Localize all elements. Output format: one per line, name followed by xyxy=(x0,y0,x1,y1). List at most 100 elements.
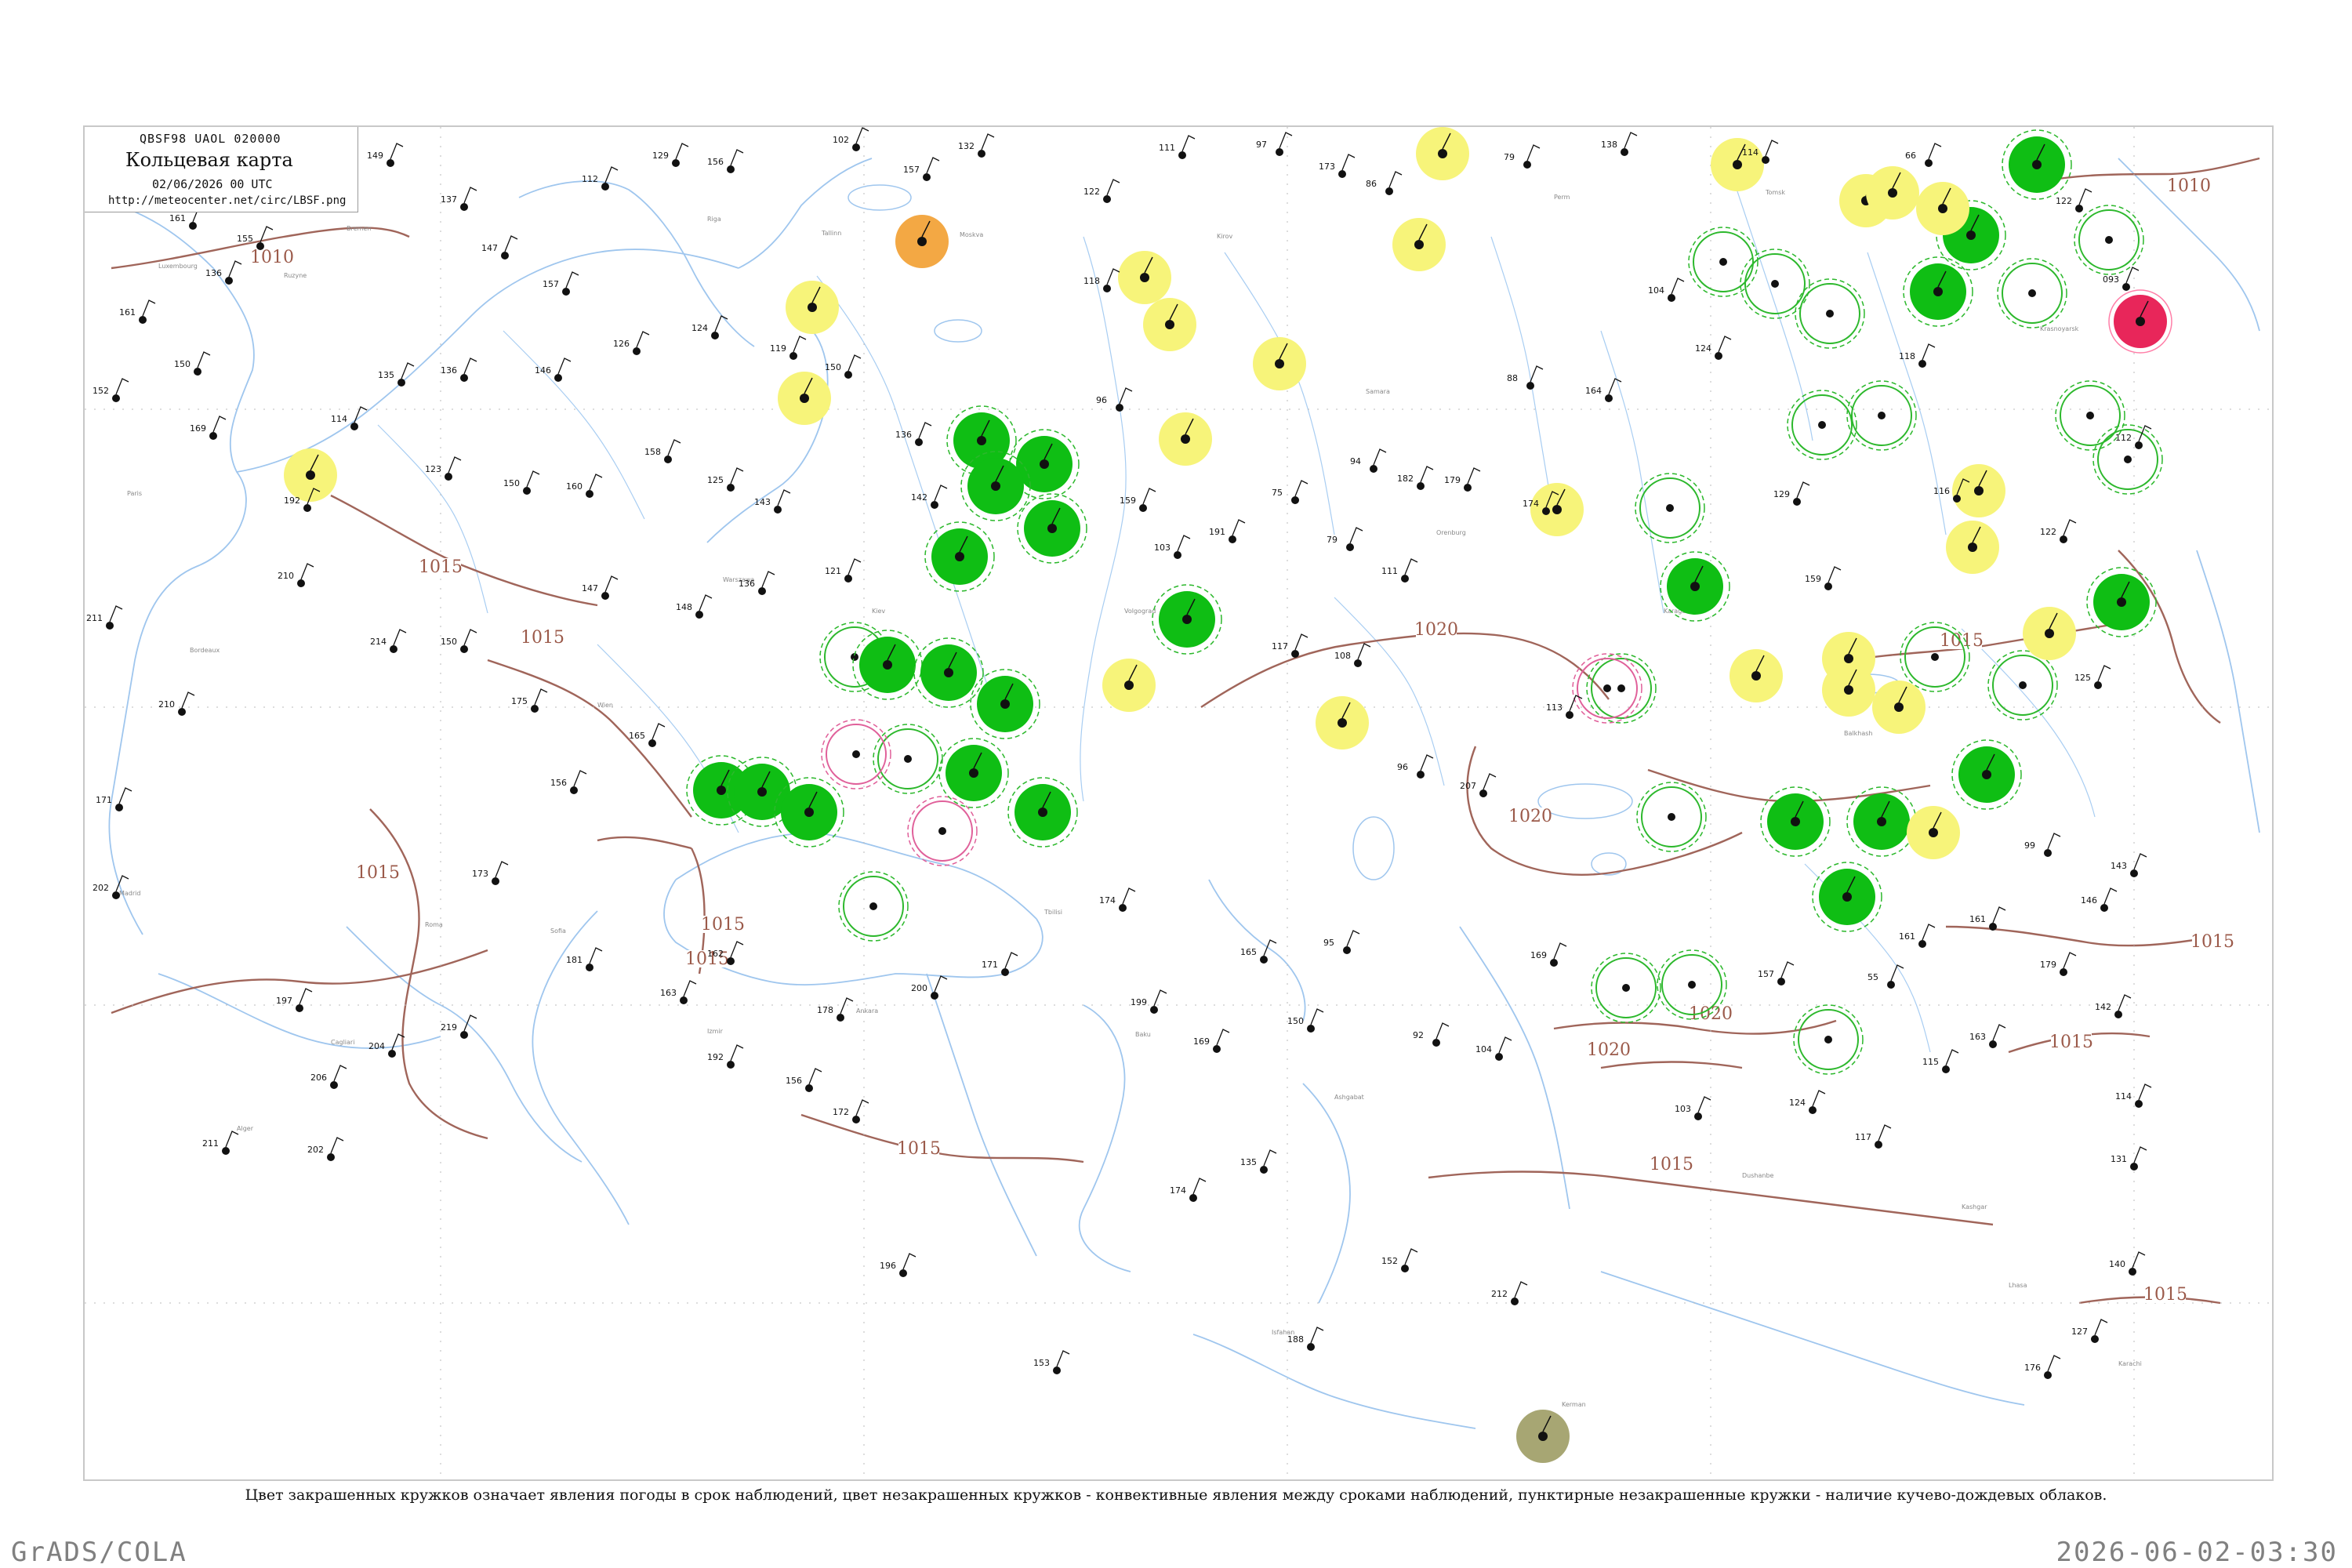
station-plot[interactable]: 153 xyxy=(1033,1350,1070,1374)
station-plot[interactable]: 88 xyxy=(1507,365,1544,390)
station-plot[interactable]: 102 xyxy=(833,127,869,151)
station-plot[interactable]: 191 xyxy=(1209,519,1246,543)
station-plot[interactable]: 171 xyxy=(982,952,1018,976)
station-plot[interactable]: 86 xyxy=(1366,171,1403,195)
station-plot[interactable]: 160 xyxy=(566,474,603,498)
weather-marker-rain[interactable] xyxy=(778,372,831,425)
weather-marker-rain[interactable] xyxy=(1530,483,1584,536)
station-plot[interactable]: 173 xyxy=(1319,154,1356,178)
station-plot[interactable]: 179 xyxy=(2040,952,2077,976)
station-plot[interactable]: 111 xyxy=(1159,135,1196,159)
station-plot[interactable]: 103 xyxy=(1675,1096,1711,1120)
station-plot[interactable]: 155 xyxy=(237,226,274,250)
station-plot[interactable]: 115 xyxy=(1922,1049,1959,1073)
station-plot[interactable]: 122 xyxy=(2056,188,2092,212)
station-plot[interactable]: 127 xyxy=(2071,1319,2108,1343)
station-plot[interactable]: 150 xyxy=(441,629,477,653)
station-plot[interactable]: 192 xyxy=(707,1044,744,1069)
station-plot[interactable]: 169 xyxy=(190,416,227,440)
station-plot[interactable]: 147 xyxy=(481,235,518,260)
weather-marker-rain[interactable] xyxy=(1118,251,1171,304)
weather-marker-rain[interactable] xyxy=(1416,127,1469,180)
station-plot[interactable]: 214 xyxy=(370,629,407,653)
convective-ring-green[interactable] xyxy=(1591,953,1661,1023)
station-plot[interactable]: 146 xyxy=(535,358,572,382)
station-plot[interactable]: 163 xyxy=(660,980,697,1004)
station-plot[interactable]: 108 xyxy=(1334,643,1371,667)
source-url[interactable]: http://meteocenter.net/circ/LBSF.png xyxy=(108,194,346,207)
station-plot[interactable]: 111 xyxy=(1381,558,1418,583)
station-plot[interactable]: 135 xyxy=(378,362,415,387)
station-plot[interactable]: 175 xyxy=(511,688,548,713)
weather-marker-rain[interactable] xyxy=(1316,696,1369,750)
station-plot[interactable]: 150 xyxy=(503,470,540,495)
convective-ring-pink[interactable] xyxy=(1572,653,1642,724)
station-plot[interactable]: 210 xyxy=(278,563,314,587)
station-plot[interactable]: 131 xyxy=(2111,1146,2147,1171)
station-plot[interactable]: 157 xyxy=(903,157,940,181)
station-plot[interactable]: 169 xyxy=(1193,1029,1230,1053)
weather-marker-rain[interactable] xyxy=(2023,607,2076,660)
weather-marker-rain[interactable] xyxy=(1907,806,1960,859)
station-plot[interactable]: 161 xyxy=(1899,924,1936,948)
station-plot[interactable]: 97 xyxy=(1256,132,1293,156)
weather-marker-rain[interactable] xyxy=(1392,218,1446,271)
station-plot[interactable]: 129 xyxy=(652,143,689,167)
weather-marker-dust[interactable] xyxy=(1516,1410,1570,1463)
weather-marker-rain[interactable] xyxy=(1730,649,1783,702)
station-plot[interactable]: 179 xyxy=(1444,467,1481,492)
station-plot[interactable]: 199 xyxy=(1131,989,1167,1014)
station-plot[interactable]: 129 xyxy=(1773,481,1810,506)
weather-marker-thunder[interactable] xyxy=(1660,551,1730,622)
station-plot[interactable]: 113 xyxy=(1546,695,1583,719)
station-plot[interactable]: 143 xyxy=(2111,853,2147,877)
weather-marker-thunder[interactable] xyxy=(2002,129,2072,200)
station-plot[interactable]: 157 xyxy=(1758,961,1795,985)
station-plot[interactable]: 157 xyxy=(543,271,579,296)
weather-marker-rain[interactable] xyxy=(1143,298,1196,351)
station-plot[interactable]: 118 xyxy=(1083,268,1120,292)
weather-marker-thunder[interactable] xyxy=(960,451,1031,521)
station-plot[interactable]: 96 xyxy=(1096,387,1133,412)
station-plot[interactable]: 122 xyxy=(2040,519,2077,543)
weather-marker-thunder[interactable] xyxy=(2086,567,2157,637)
station-plot[interactable]: 211 xyxy=(202,1131,239,1155)
convective-ring-green[interactable] xyxy=(1688,227,1759,297)
weather-marker-rain[interactable] xyxy=(284,448,337,502)
station-plot[interactable]: 202 xyxy=(307,1137,344,1161)
station-plot[interactable]: 171 xyxy=(96,787,132,811)
station-plot[interactable]: 164 xyxy=(1585,378,1622,402)
weather-map[interactable]: 1010 1010 1015 1015 1015 1015 1015 1015 1020 1020… xyxy=(83,125,2274,1481)
station-plot[interactable]: 174 xyxy=(1170,1178,1207,1202)
weather-marker-rain[interactable] xyxy=(1102,659,1156,712)
station-plot[interactable]: 148 xyxy=(676,594,713,619)
weather-marker-rain[interactable] xyxy=(1159,412,1212,466)
station-plot[interactable]: 169 xyxy=(1530,942,1567,967)
station-plot[interactable]: 124 xyxy=(1789,1090,1826,1114)
convective-ring-green[interactable] xyxy=(1793,1004,1864,1075)
station-plot[interactable]: 96 xyxy=(1397,754,1434,779)
station-plot[interactable]: 99 xyxy=(2024,833,2061,857)
weather-marker-thunder[interactable] xyxy=(774,777,844,848)
station-plot[interactable]: 165 xyxy=(1240,939,1277,964)
station-plot[interactable]: 104 xyxy=(1648,278,1685,302)
convective-ring-green[interactable] xyxy=(1740,249,1810,319)
station-plot[interactable]: 206 xyxy=(310,1065,347,1089)
station-plot[interactable]: 121 xyxy=(825,558,862,583)
station-plot[interactable]: 142 xyxy=(2095,994,2132,1018)
convective-ring-green[interactable] xyxy=(2074,205,2144,275)
station-plot[interactable]: 152 xyxy=(1381,1248,1418,1272)
station-plot[interactable]: 123 xyxy=(425,456,462,481)
weather-marker-thunder[interactable] xyxy=(1017,493,1087,564)
station-plot[interactable]: 117 xyxy=(1272,633,1308,658)
weather-marker-rain[interactable] xyxy=(1253,337,1306,390)
station-plot[interactable]: 138 xyxy=(1601,132,1638,156)
station-plot[interactable]: 181 xyxy=(566,947,603,971)
station-plot[interactable]: 172 xyxy=(833,1099,869,1123)
station-plot[interactable]: 159 xyxy=(1805,566,1842,590)
station-plot[interactable]: 119 xyxy=(770,336,807,360)
station-plot[interactable]: 112 xyxy=(582,166,619,191)
station-plot[interactable]: 178 xyxy=(817,997,854,1022)
station-plot[interactable]: 174 xyxy=(1099,887,1136,912)
convective-ring-green[interactable] xyxy=(838,871,909,942)
